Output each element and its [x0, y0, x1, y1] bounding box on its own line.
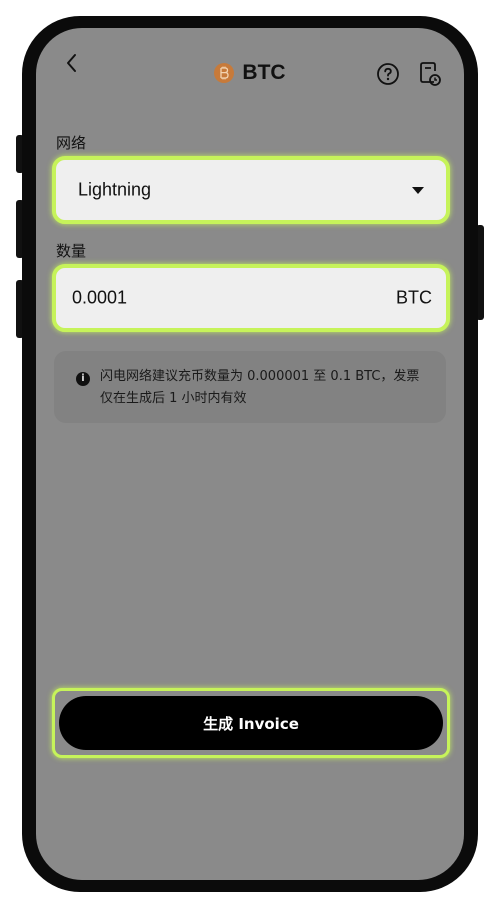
- network-select[interactable]: Lightning: [52, 156, 450, 224]
- generate-button-highlight: 生成 Invoice: [52, 688, 450, 758]
- info-icon: i: [76, 372, 90, 386]
- amount-value: 0.0001: [72, 287, 128, 308]
- amount-unit: BTC: [396, 287, 432, 308]
- page-title: BTC: [242, 61, 286, 84]
- network-value: Lightning: [78, 179, 152, 200]
- generate-invoice-button[interactable]: 生成 Invoice: [59, 696, 443, 750]
- amount-label: 数量: [56, 242, 87, 260]
- stage: BTC 网络 Lightning 数量 0.0001 BTC i 闪电网络建议充…: [0, 0, 500, 908]
- network-label: 网络: [56, 134, 87, 152]
- history-button[interactable]: [418, 60, 442, 88]
- bitcoin-icon: [214, 63, 235, 83]
- info-text: 闪电网络建议充币数量为 0.000001 至 0.1 BTC，发票仅在生成后 1…: [100, 369, 420, 406]
- phone-frame: BTC 网络 Lightning 数量 0.0001 BTC i 闪电网络建议充…: [22, 16, 478, 892]
- caret-down-icon: [412, 187, 424, 194]
- phone-screen: BTC 网络 Lightning 数量 0.0001 BTC i 闪电网络建议充…: [36, 28, 464, 880]
- history-document-icon: [420, 62, 441, 86]
- help-button[interactable]: [376, 62, 400, 86]
- header: BTC: [36, 28, 464, 98]
- amount-input[interactable]: 0.0001 BTC: [52, 264, 450, 332]
- question-circle-icon: [377, 63, 399, 85]
- info-notice: i 闪电网络建议充币数量为 0.000001 至 0.1 BTC，发票仅在生成后…: [54, 351, 446, 423]
